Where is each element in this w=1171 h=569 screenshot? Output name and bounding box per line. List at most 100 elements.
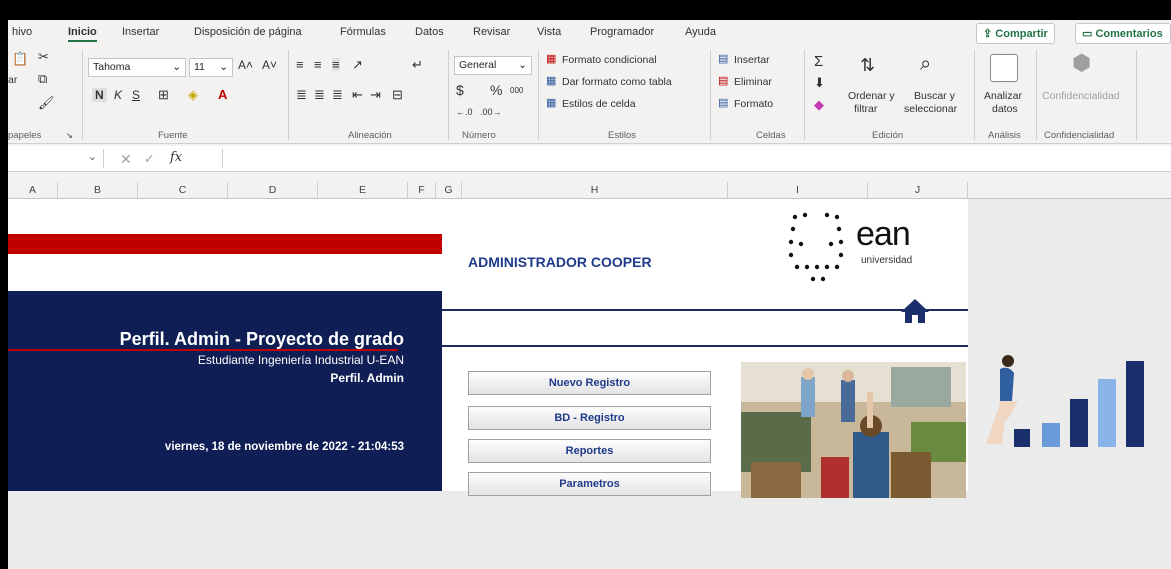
sort-filter-label-1[interactable]: Ordenar y [848,90,895,102]
align-bottom-icon[interactable]: ≡ [332,58,340,71]
page-title: ADMINISTRADOR COOPER [468,254,652,270]
align-top-icon[interactable]: ≡ [296,58,304,71]
fill-color-icon[interactable]: ◈ [188,88,198,101]
column-header[interactable]: E [318,182,408,199]
paste-icon[interactable]: 📋 [12,52,28,65]
classroom-photo [741,362,966,498]
autosum-icon[interactable]: Σ [814,54,823,69]
name-box[interactable]: ⌄ [8,149,104,168]
clear-icon[interactable]: ◆ [814,98,824,111]
share-button[interactable]: ⇪ Compartir [976,23,1055,44]
increase-decimal-icon[interactable]: ←.0 [456,108,473,117]
group-separator [82,50,83,140]
italic-button[interactable]: K [114,88,122,102]
copy-icon[interactable]: ⧉ [38,72,47,85]
tab-formulas[interactable]: Fórmulas [340,26,386,38]
tab-programador[interactable]: Programador [590,26,654,38]
borders-icon[interactable]: ⊞ [158,88,169,101]
tab-datos[interactable]: Datos [415,26,444,38]
wrap-text-icon[interactable]: ↵ [412,58,423,71]
align-left-icon[interactable]: ≣ [296,88,307,101]
chevron-down-icon: ⌄ [172,61,181,73]
delete-cells-button[interactable]: Eliminar [734,76,772,88]
chevron-down-icon: ⌄ [219,61,228,73]
column-header[interactable]: G [436,182,462,199]
decrease-indent-icon[interactable]: ⇤ [352,88,363,101]
cut-icon[interactable]: ✂ [38,50,49,63]
tab-archivo[interactable]: hivo [12,26,32,38]
percent-button[interactable]: % [490,82,502,98]
new-record-button[interactable]: Nuevo Registro [468,371,711,395]
comments-button[interactable]: ▭ Comentarios [1075,23,1171,44]
sort-filter-label-2[interactable]: filtrar [854,103,877,115]
column-header[interactable]: A [8,182,58,199]
tab-vista[interactable]: Vista [537,26,561,38]
confidentiality-button[interactable]: Confidencialidad [1042,90,1120,102]
font-size-dropdown[interactable]: 11 ⌄ [189,58,233,77]
insert-cells-button[interactable]: Insertar [734,54,770,66]
enter-icon[interactable]: ✓ [144,151,155,167]
column-header[interactable]: B [58,182,138,199]
cell-styles-button[interactable]: Estilos de celda [562,98,636,110]
shrink-font-icon[interactable]: A˅ [262,58,277,72]
tab-insertar[interactable]: Insertar [122,26,159,38]
paste-label[interactable]: ar [8,74,17,86]
orientation-icon[interactable]: ↗ [352,58,363,71]
ribbon: 📋 ar ✂ ⧉ 🖌 papeles ↘ Tahoma ⌄ 11 ⌄ A˄ A˅ N… [8,46,1171,144]
thousands-button[interactable]: 000 [510,86,523,95]
font-color-icon[interactable]: A [218,88,227,101]
grow-font-icon[interactable]: A˄ [238,58,253,72]
divider-top [442,309,968,311]
column-header[interactable]: I [728,182,868,199]
align-right-icon[interactable]: ≣ [332,88,343,101]
underline-button[interactable]: S [132,88,140,102]
tab-inicio[interactable]: Inicio [68,26,97,42]
number-format-dropdown[interactable]: General ⌄ [454,56,532,75]
formula-input[interactable] [222,149,1171,168]
increase-indent-icon[interactable]: ⇥ [370,88,381,101]
align-center-icon[interactable]: ≣ [314,88,325,101]
group-label-number: Número [462,130,496,141]
column-header[interactable]: H [462,182,728,199]
group-label-editing: Edición [872,130,904,141]
merge-icon[interactable]: ⊟ [392,88,403,101]
format-cells-button[interactable]: Formato [734,98,773,110]
analyze-data-label-1[interactable]: Analizar [984,90,1022,102]
column-header[interactable]: J [868,182,968,199]
font-name-dropdown[interactable]: Tahoma ⌄ [88,58,186,77]
cancel-icon[interactable]: ✕ [120,151,132,168]
dialog-launcher-icon[interactable]: ↘ [66,132,73,140]
format-painter-icon[interactable]: 🖌 [38,96,55,109]
analyze-data-label-2[interactable]: datos [992,103,1018,115]
growth-illustration [986,355,1144,447]
group-separator [448,50,449,140]
tab-disposicion[interactable]: Disposición de página [194,26,302,38]
profile-role: Perfil. Admin [330,371,404,385]
insert-function-icon[interactable]: fx [170,150,182,165]
decrease-decimal-icon[interactable]: .00→ [480,108,502,117]
parameters-button[interactable]: Parametros [468,472,711,496]
tab-ayuda[interactable]: Ayuda [685,26,716,38]
format-as-table-button[interactable]: Dar formato como tabla [562,76,672,88]
find-select-label-2[interactable]: seleccionar [904,103,957,115]
column-header[interactable]: F [408,182,436,199]
column-header[interactable]: C [138,182,228,199]
db-record-button[interactable]: BD - Registro [468,406,711,430]
conditional-format-button[interactable]: Formato condicional [562,54,657,66]
tab-revisar[interactable]: Revisar [473,26,510,38]
delete-cells-icon: ▤ [718,75,729,87]
search-icon: ⌕ [920,53,932,75]
datetime-label: viernes, 18 de noviembre de 2022 - 21:04… [164,441,404,453]
bold-button[interactable]: N [92,88,107,102]
reports-button[interactable]: Reportes [468,439,711,463]
column-header[interactable]: D [228,182,318,199]
home-icon[interactable] [900,298,930,324]
currency-button[interactable]: $ [456,82,464,98]
ean-logo-text: ean [856,215,911,253]
find-select-label-1[interactable]: Buscar y [914,90,955,102]
group-label-analysis: Análisis [988,130,1021,141]
fill-icon[interactable]: ⬇ [814,76,825,89]
align-middle-icon[interactable]: ≡ [314,58,322,71]
group-separator [710,50,711,140]
analyze-data-icon[interactable] [990,54,1018,82]
